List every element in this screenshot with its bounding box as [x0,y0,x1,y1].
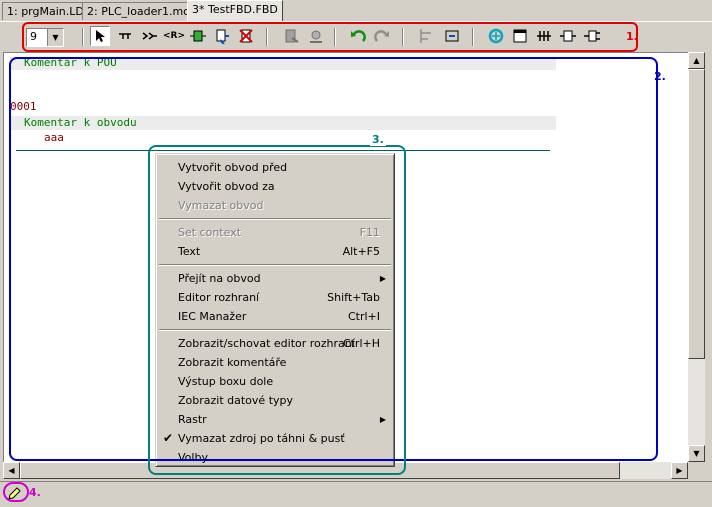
tab-prgmain[interactable]: 1: prgMain.LD [2,2,89,20]
annotation-box-status [3,482,29,502]
tab-bar: 1: prgMain.LD 2: PLC_loader1.mcf 3* Test… [0,0,712,22]
annotation-box-toolbar [22,22,638,52]
scroll-corner [688,462,705,479]
scroll-up-icon[interactable]: ▲ [688,52,705,69]
annotation-label-1: 1. [626,30,638,43]
tab-plc-loader[interactable]: 2: PLC_loader1.mcf [82,2,199,20]
annotation-box-context-menu [148,145,406,475]
scroll-right-icon[interactable]: ▶ [671,462,688,479]
status-bar [0,481,712,507]
annotation-label-3: 3. [370,133,386,146]
tab-testfbd[interactable]: 3* TestFBD.FBD [187,0,283,21]
vertical-scrollbar[interactable]: ▲ ▼ [688,52,705,462]
vertical-scroll-thumb[interactable] [688,69,705,359]
annotation-label-4: 4. [29,486,41,499]
annotation-label-2: 2. [654,70,666,83]
scroll-down-icon[interactable]: ▼ [688,445,705,462]
scroll-left-icon[interactable]: ◀ [3,462,20,479]
